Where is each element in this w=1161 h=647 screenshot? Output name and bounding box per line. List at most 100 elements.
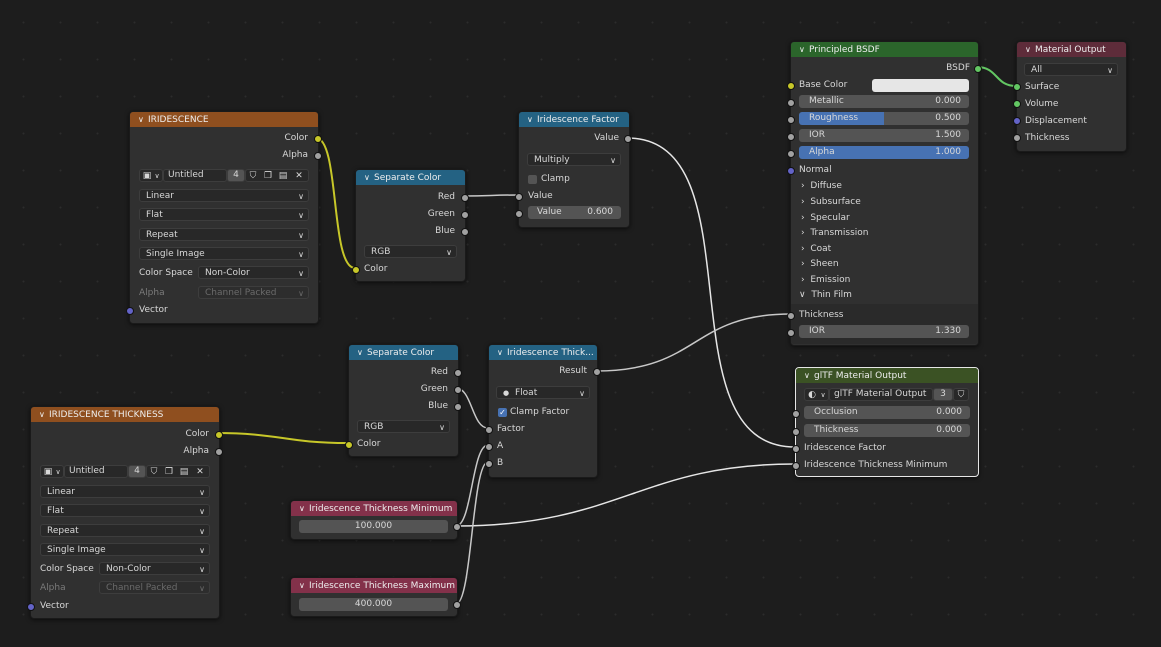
thickness-maximum-value-node[interactable]: ∨ Iridescence Thickness Maximum 400.000 (290, 577, 461, 617)
shield-icon[interactable]: ⛉ (148, 466, 160, 478)
image-users-count[interactable]: 4 (128, 465, 146, 478)
shield-icon[interactable]: ⛉ (247, 170, 259, 182)
separate-color-node-2[interactable]: ∨ Separate Color Red Green Blue RGB ∨ Colo… (345, 344, 462, 457)
socket-blue-out[interactable] (454, 403, 462, 411)
socket-vector-in[interactable] (126, 307, 134, 315)
alpha-slider[interactable]: Alpha 1.000 (799, 146, 969, 159)
pack-icon[interactable]: ▤ (277, 170, 289, 182)
value-field[interactable]: Value 0.600 (528, 206, 621, 219)
roughness-slider[interactable]: Roughness 0.500 (799, 112, 969, 125)
panel-thin-film[interactable]: ∨ Thin Film (799, 287, 852, 303)
socket-a-in[interactable] (485, 443, 493, 451)
socket-alpha-out[interactable] (215, 448, 223, 456)
panel-subsurface[interactable]: › Subsurface (801, 194, 861, 210)
interpolation-dropdown[interactable]: Linear ∨ (40, 485, 210, 498)
metallic-slider[interactable]: Metallic 0.000 (799, 95, 969, 108)
interpolation-dropdown[interactable]: Linear ∨ (139, 189, 309, 202)
node-group-name-field[interactable]: glTF Material Output (829, 388, 933, 401)
chevron-down-icon[interactable]: ∨ (299, 501, 309, 516)
socket-occlusion-in[interactable] (792, 410, 800, 418)
node-header[interactable]: ∨ IRIDESCENCE (130, 112, 318, 127)
socket-thickness-in[interactable] (787, 312, 795, 320)
socket-ior-in[interactable] (787, 133, 795, 141)
socket-value-in[interactable] (515, 193, 523, 201)
socket-blue-out[interactable] (461, 228, 469, 236)
clamp-factor-checkbox[interactable]: ✓ (498, 408, 507, 417)
image-users-count[interactable]: 4 (227, 169, 245, 182)
node-header[interactable]: ∨ Iridescence Thickness Maximum (291, 578, 457, 593)
socket-red-out[interactable] (454, 369, 462, 377)
socket-bsdf-out[interactable] (974, 65, 982, 73)
ior-slider[interactable]: IOR 1.500 (799, 129, 969, 142)
node-group-browse-button[interactable]: ◐ ∨ (804, 388, 829, 401)
panel-transmission[interactable]: › Transmission (801, 225, 868, 241)
extension-dropdown[interactable]: Repeat ∨ (139, 228, 309, 241)
maximum-value-field[interactable]: 400.000 (299, 598, 448, 611)
socket-alpha-out[interactable] (314, 152, 322, 160)
socket-thickness-in[interactable] (792, 428, 800, 436)
node-header[interactable]: ∨ Separate Color (349, 345, 458, 360)
socket-iridescence-factor-in[interactable] (792, 445, 800, 453)
source-dropdown[interactable]: Single Image ∨ (40, 543, 210, 556)
data-type-dropdown[interactable]: ● Float ∨ (496, 386, 590, 399)
gltf-material-output-node[interactable]: ∨ glTF Material Output ◐ ∨ glTF Material O… (792, 367, 979, 477)
color-space-dropdown[interactable]: Non-Color ∨ (99, 562, 210, 575)
node-header[interactable]: ∨ Principled BSDF (791, 42, 978, 57)
socket-green-out[interactable] (454, 386, 462, 394)
clamp-checkbox[interactable] (528, 175, 537, 184)
panel-specular[interactable]: › Specular (801, 210, 850, 226)
duplicate-icon[interactable]: ❐ (262, 170, 274, 182)
socket-value-out[interactable] (624, 135, 632, 143)
socket-color-out[interactable] (314, 135, 322, 143)
chevron-down-icon[interactable]: ∨ (799, 42, 809, 57)
socket-value-out[interactable] (453, 523, 461, 531)
base-color-swatch[interactable] (872, 79, 969, 92)
separate-color-node-1[interactable]: ∨ Separate Color Red Green Blue RGB ∨ Colo… (352, 169, 469, 282)
occlusion-field[interactable]: Occlusion 0.000 (804, 406, 970, 419)
socket-normal-in[interactable] (787, 167, 795, 175)
socket-volume-in[interactable] (1013, 100, 1021, 108)
chevron-down-icon[interactable]: ∨ (364, 170, 374, 185)
socket-displacement-in[interactable] (1013, 117, 1021, 125)
thickness-minimum-value-node[interactable]: ∨ Iridescence Thickness Minimum 100.000 (290, 500, 461, 540)
node-header[interactable]: ∨ Iridescence Thickness Minimum (291, 501, 457, 516)
image-browse-button[interactable]: ▣ ∨ (139, 169, 163, 182)
panel-sheen[interactable]: › Sheen (801, 256, 839, 272)
socket-vector-in[interactable] (27, 603, 35, 611)
mode-dropdown[interactable]: RGB ∨ (357, 420, 450, 433)
socket-color-in[interactable] (345, 441, 353, 449)
fake-user-button[interactable]: ⛉ (953, 388, 969, 401)
socket-color-in[interactable] (352, 266, 360, 274)
node-header[interactable]: ∨ Iridescence Factor (519, 112, 629, 127)
iridescence-texture-node[interactable]: ∨ IRIDESCENCE Color Alpha ▣ ∨ Untitled 4 ⛉… (126, 111, 322, 324)
iridescence-thickness-texture-node[interactable]: ∨ IRIDESCENCE THICKNESS Color Alpha ▣ ∨ Un… (27, 406, 223, 619)
socket-b-in[interactable] (485, 460, 493, 468)
image-name-field[interactable]: Untitled (64, 465, 128, 478)
node-group-users-count[interactable]: 3 (933, 388, 953, 401)
chevron-down-icon[interactable]: ∨ (39, 407, 49, 422)
node-header[interactable]: ∨ Iridescence Thick... (489, 345, 597, 360)
projection-dropdown[interactable]: Flat ∨ (40, 504, 210, 517)
node-header[interactable]: ∨ IRIDESCENCE THICKNESS (31, 407, 219, 422)
projection-dropdown[interactable]: Flat ∨ (139, 208, 309, 221)
principled-bsdf-node[interactable]: ∨ Principled BSDF BSDF Base Color Metalli… (787, 41, 982, 346)
node-header[interactable]: ∨ Separate Color (356, 170, 465, 185)
mode-dropdown[interactable]: RGB ∨ (364, 245, 457, 258)
chevron-down-icon[interactable]: ∨ (138, 112, 148, 127)
socket-metallic-in[interactable] (787, 99, 795, 107)
close-icon[interactable]: ✕ (194, 466, 206, 478)
socket-value2-in[interactable] (515, 210, 523, 218)
chevron-down-icon[interactable]: ∨ (357, 345, 367, 360)
socket-alpha-in[interactable] (787, 150, 795, 158)
chevron-down-icon[interactable]: ∨ (1025, 42, 1035, 57)
duplicate-icon[interactable]: ❐ (163, 466, 175, 478)
socket-base-color-in[interactable] (787, 82, 795, 90)
iridescence-factor-math-node[interactable]: ∨ Iridescence Factor Value Multiply ∨ Clam… (515, 111, 632, 228)
panel-coat[interactable]: › Coat (801, 241, 831, 257)
thickness-field[interactable]: Thickness 0.000 (804, 424, 970, 437)
pack-icon[interactable]: ▤ (178, 466, 190, 478)
chevron-down-icon[interactable]: ∨ (804, 368, 814, 383)
socket-value-out[interactable] (453, 601, 461, 609)
iridescence-thickness-map-range-node[interactable]: ∨ Iridescence Thick... Result ● Float ∨ ✓ C… (485, 344, 601, 478)
socket-factor-in[interactable] (485, 426, 493, 434)
